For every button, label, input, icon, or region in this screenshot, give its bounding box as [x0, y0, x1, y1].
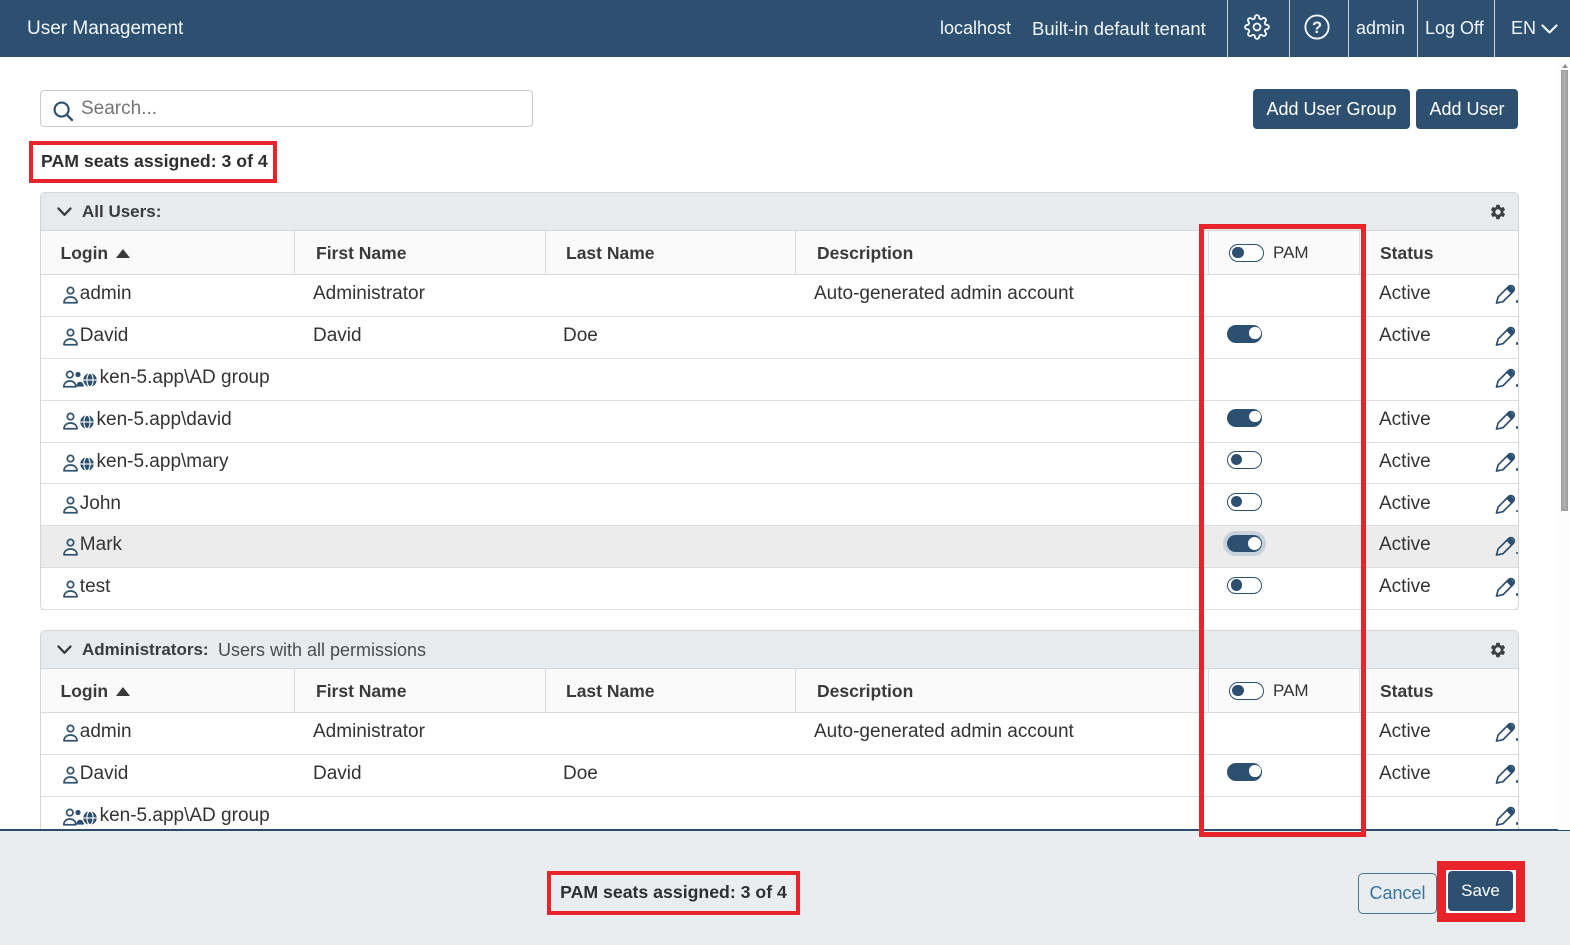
svg-text:?: ?	[1311, 19, 1321, 37]
